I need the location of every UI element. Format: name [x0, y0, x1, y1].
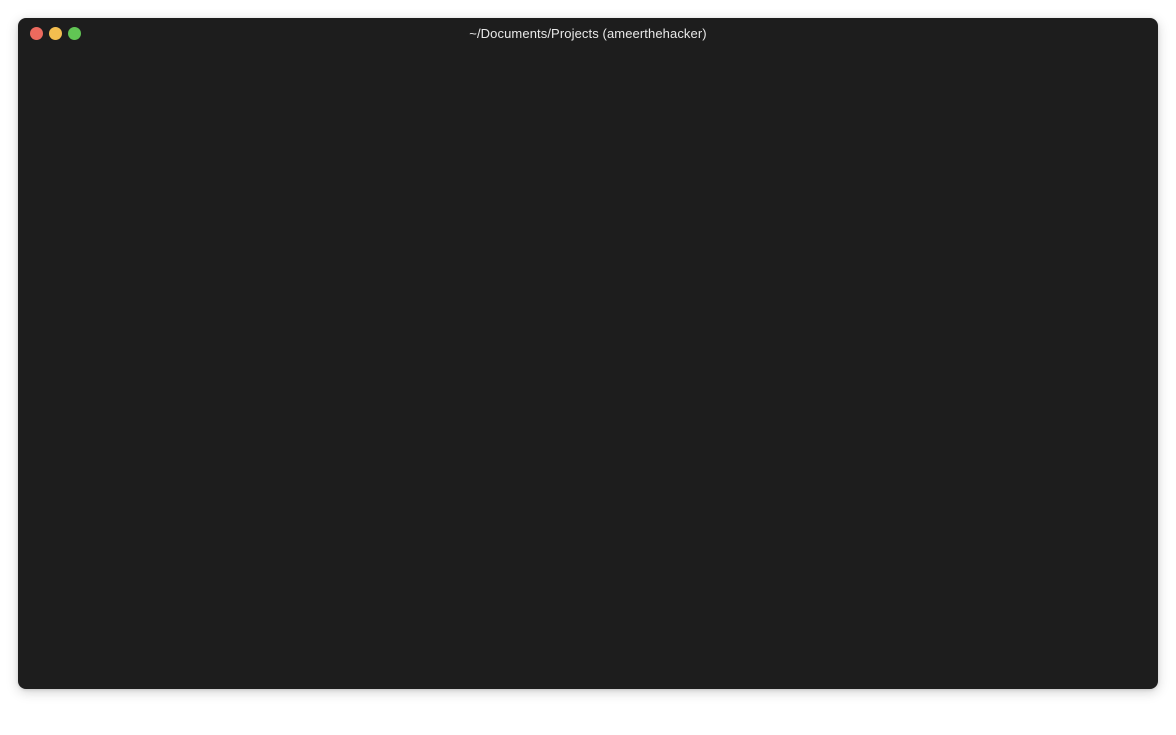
minimize-button[interactable]	[49, 27, 62, 40]
maximize-button[interactable]	[68, 27, 81, 40]
traffic-lights	[30, 27, 81, 40]
window-title: ~/Documents/Projects (ameerthehacker)	[30, 18, 1146, 49]
title-bar[interactable]: ~/Documents/Projects (ameerthehacker)	[18, 18, 1158, 48]
terminal-window: ~/Documents/Projects (ameerthehacker)	[18, 18, 1158, 689]
close-button[interactable]	[30, 27, 43, 40]
terminal-body[interactable]	[18, 48, 1158, 689]
